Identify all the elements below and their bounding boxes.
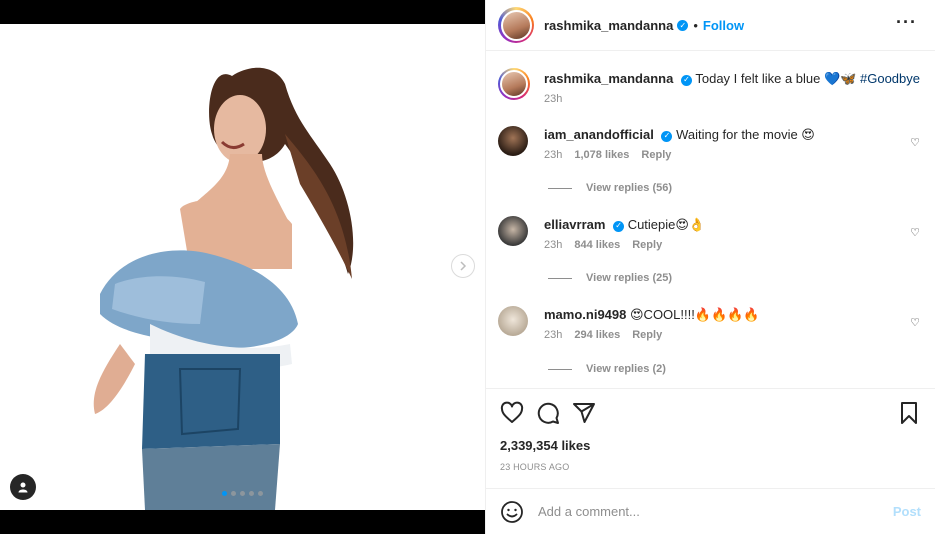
- verified-badge-icon: ✓: [677, 19, 689, 31]
- carousel-dot: [258, 491, 263, 496]
- carousel-indicator: [222, 491, 263, 496]
- like-heart-icon[interactable]: [500, 401, 524, 425]
- emoji-smiley-icon[interactable]: [500, 500, 524, 524]
- comment-time: 23h: [544, 239, 563, 251]
- user-icon: [18, 482, 28, 493]
- comment-like-heart-icon[interactable]: ♡: [910, 136, 920, 149]
- view-replies-label: View replies (56): [586, 182, 673, 194]
- post-photo[interactable]: [0, 24, 485, 510]
- comment-like-heart-icon[interactable]: ♡: [910, 226, 920, 239]
- save-bookmark-icon[interactable]: [897, 401, 921, 425]
- comment-likes[interactable]: 1,078 likes: [574, 149, 629, 161]
- reply-button[interactable]: Reply: [632, 239, 662, 251]
- carousel-next-button[interactable]: [451, 254, 475, 278]
- comment-avatar[interactable]: [498, 306, 528, 336]
- comment-text: Cutiepie😍👌: [627, 217, 706, 232]
- caption: rashmika_mandanna ✓ Today I felt like a …: [498, 68, 920, 105]
- carousel-dot: [231, 491, 236, 496]
- comment-item: iam_anandofficial ✓ Waiting for the movi…: [498, 126, 815, 161]
- view-replies-label: View replies (2): [586, 363, 666, 375]
- follow-button[interactable]: Follow: [703, 18, 744, 33]
- comment-bubble-icon[interactable]: [536, 401, 560, 425]
- comment-avatar[interactable]: [498, 126, 528, 156]
- verified-badge-icon: ✓: [661, 130, 673, 142]
- chevron-right-icon: [460, 261, 467, 271]
- comment-username[interactable]: iam_anandofficial: [544, 127, 654, 142]
- post-actions: 2,339,354 likes 23 HOURS AGO: [486, 388, 935, 488]
- comment-time: 23h: [544, 329, 563, 341]
- view-replies-label: View replies (25): [586, 272, 673, 284]
- post-comment-button[interactable]: Post: [893, 504, 921, 519]
- caption-username[interactable]: rashmika_mandanna: [544, 71, 673, 86]
- header-separator: •: [693, 17, 698, 33]
- comment-avatar[interactable]: [498, 216, 528, 246]
- reply-button[interactable]: Reply: [632, 329, 662, 341]
- caption-hashtag[interactable]: #Goodbye: [860, 71, 920, 86]
- author-avatar[interactable]: [498, 7, 534, 43]
- post-media: [0, 0, 485, 534]
- verified-badge-icon: ✓: [613, 220, 625, 232]
- caption-time: 23h: [544, 93, 563, 105]
- tagged-users-button[interactable]: [10, 474, 36, 500]
- view-replies-button[interactable]: View replies (56): [548, 182, 672, 194]
- carousel-dot: [249, 491, 254, 496]
- comment-item: elliavrram ✓ Cutiepie😍👌 23h 844 likes Re…: [498, 216, 705, 251]
- post-details-panel: rashmika_mandanna ✓ • Follow ··· rashmik…: [485, 0, 935, 534]
- author-username[interactable]: rashmika_mandanna: [544, 18, 673, 33]
- comment-like-heart-icon[interactable]: ♡: [910, 316, 920, 329]
- more-options-icon[interactable]: ···: [896, 13, 917, 31]
- view-replies-button[interactable]: View replies (25): [548, 272, 672, 284]
- comments-list[interactable]: rashmika_mandanna ✓ Today I felt like a …: [486, 52, 935, 387]
- comment-time: 23h: [544, 149, 563, 161]
- carousel-dot: [222, 491, 227, 496]
- post-header: rashmika_mandanna ✓ • Follow ···: [486, 0, 935, 51]
- comment-username[interactable]: elliavrram: [544, 217, 605, 232]
- comment-text: Waiting for the movie 😍: [676, 127, 815, 142]
- photo-illustration: [93, 67, 354, 510]
- caption-text: Today I felt like a blue 💙🦋: [695, 71, 857, 86]
- view-replies-button[interactable]: View replies (2): [548, 363, 666, 375]
- verified-badge-icon: ✓: [680, 74, 692, 86]
- caption-avatar[interactable]: [498, 68, 530, 100]
- add-comment-bar: Post: [486, 488, 935, 534]
- comment-text: 😍COOL!!!!🔥🔥🔥🔥: [630, 307, 760, 322]
- reply-button[interactable]: Reply: [641, 149, 671, 161]
- comment-input[interactable]: [538, 504, 893, 519]
- share-send-icon[interactable]: [572, 401, 596, 425]
- likes-count[interactable]: 2,339,354 likes: [500, 438, 590, 453]
- carousel-dot: [240, 491, 245, 496]
- post-timestamp[interactable]: 23 HOURS AGO: [500, 462, 569, 472]
- comment-likes[interactable]: 844 likes: [574, 239, 620, 251]
- comment-item: mamo.ni9498 😍COOL!!!!🔥🔥🔥🔥 23h 294 likes …: [498, 306, 760, 341]
- comment-likes[interactable]: 294 likes: [574, 329, 620, 341]
- comment-username[interactable]: mamo.ni9498: [544, 307, 626, 322]
